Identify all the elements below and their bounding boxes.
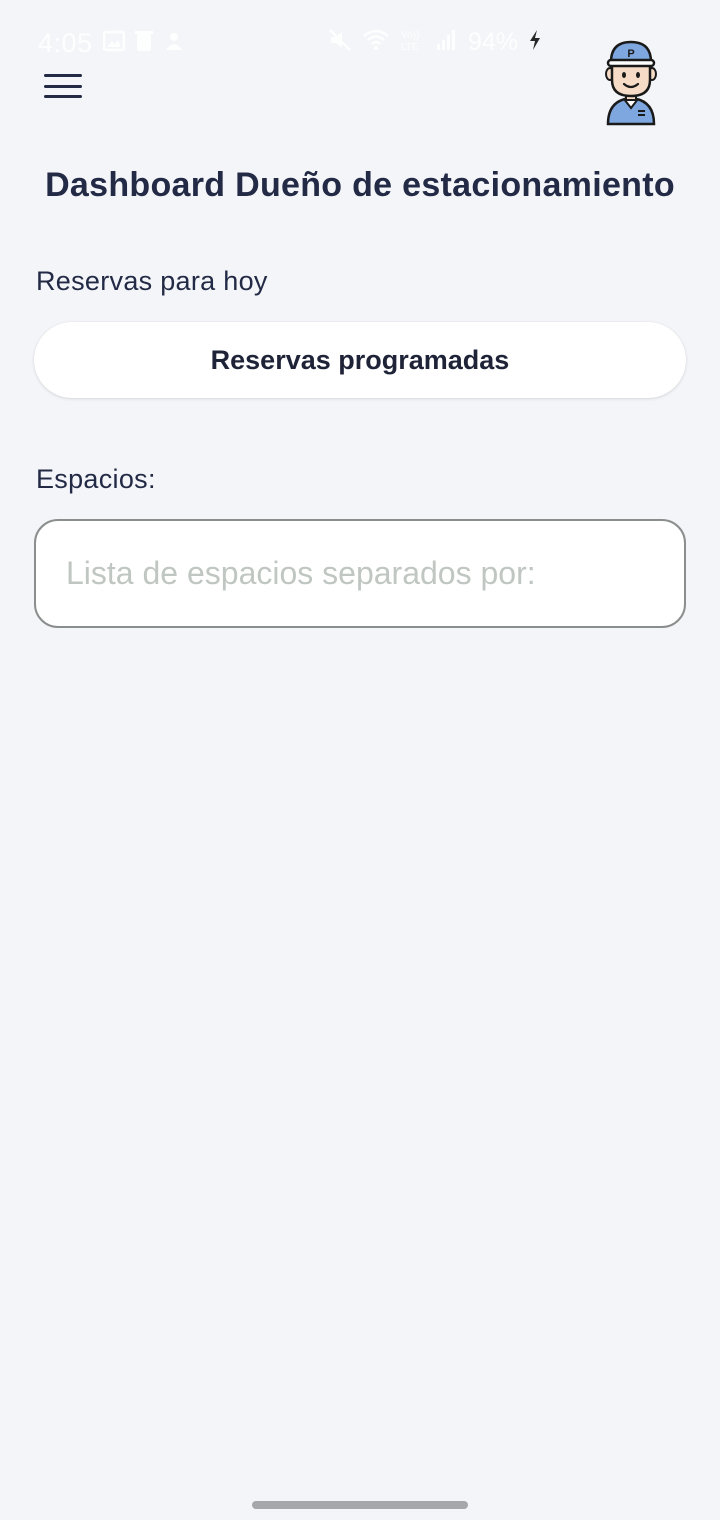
parking-attendant-avatar-icon: P [605,40,657,126]
status-time: 4:05 [38,28,93,58]
hamburger-menu-icon[interactable] [42,70,84,102]
avatar-cap-letter: P [627,48,634,60]
battery-percentage: 94% [467,28,518,56]
volte-icon: Vo)) LTE [400,28,426,57]
svg-text:LTE: LTE [401,42,419,52]
page-title: Dashboard Dueño de estacionamiento [45,166,675,204]
menu-line [44,84,82,88]
menu-line [44,95,82,98]
avatar[interactable]: P [598,36,664,126]
svg-text:Vo)): Vo)) [401,30,419,41]
notification-icon [163,30,185,57]
image-icon [102,30,125,57]
reservas-label: Reservas para hoy [36,266,268,296]
wifi-icon [362,28,390,57]
signal-icon [436,29,458,56]
menu-line [44,74,82,77]
status-left: 4:05 [38,28,185,59]
status-right: Vo)) LTE 94% [328,28,542,57]
screen: 4:05 Vo)) LTE 94% P Dashboard Dueño de e… [0,0,720,1520]
trash-icon [134,30,153,57]
mute-icon [328,28,352,57]
charging-icon [528,29,542,56]
home-indicator[interactable] [252,1501,468,1509]
espacios-label: Espacios: [36,464,156,494]
reservas-programadas-button[interactable]: Reservas programadas [34,322,686,398]
espacios-input[interactable] [34,519,686,628]
